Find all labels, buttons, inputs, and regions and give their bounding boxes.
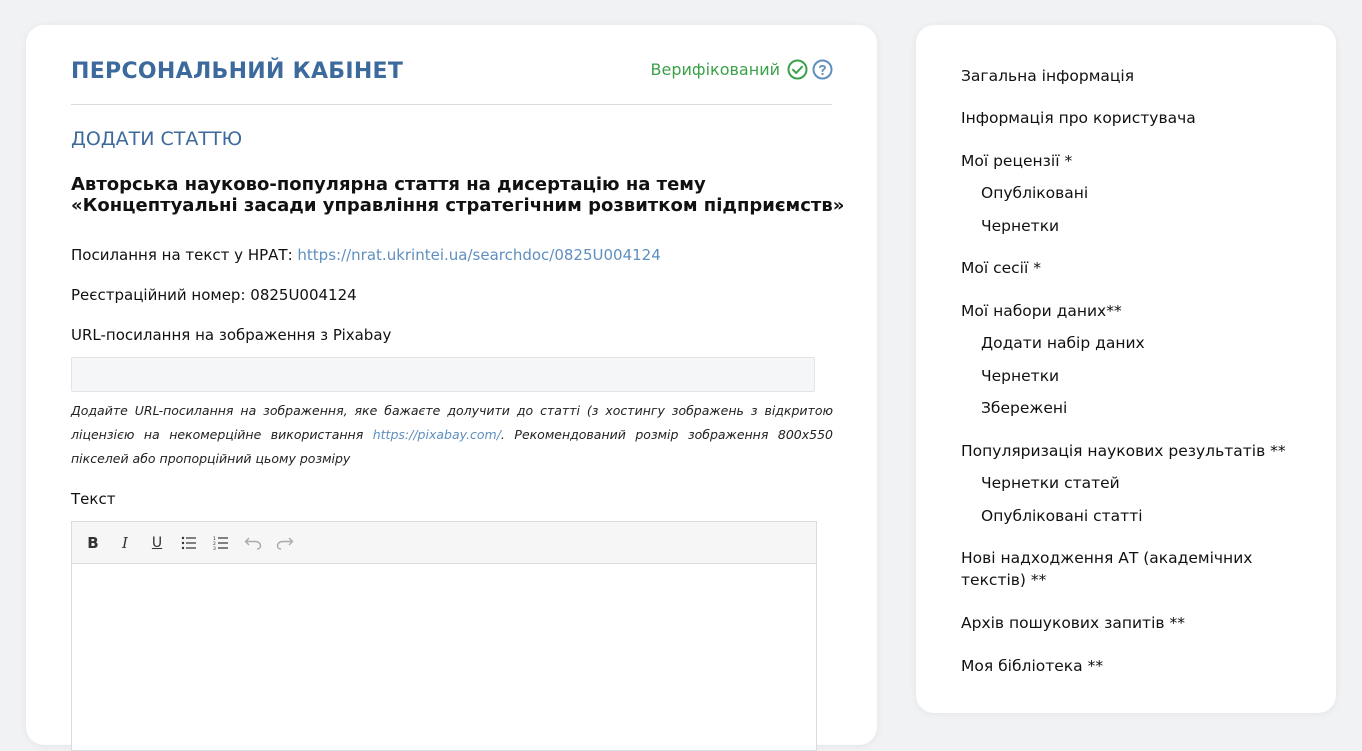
sidebar-item-published-articles[interactable]: Опубліковані статті — [981, 505, 1143, 527]
section-title: ДОДАТИ СТАТТЮ — [71, 128, 243, 150]
sidebar-item-my-reviews[interactable]: Мої рецензії * — [961, 150, 1072, 172]
numbered-list-icon[interactable]: 1 2 3 — [210, 532, 232, 554]
svg-text:3: 3 — [213, 546, 216, 550]
rich-text-editor: B I U 1 2 3 — [71, 521, 817, 751]
header-divider — [71, 104, 832, 105]
pixabay-link[interactable]: https://pixabay.com/ — [373, 427, 501, 442]
verified-status: Верифікований — [650, 59, 833, 80]
editor-toolbar: B I U 1 2 3 — [72, 522, 816, 564]
sidebar-item-popularization[interactable]: Популяризація наукових результатів ** — [961, 440, 1286, 462]
page-title: ПЕРСОНАЛЬНИЙ КАБІНЕТ — [71, 59, 404, 84]
underline-button[interactable]: U — [146, 532, 168, 554]
help-icon[interactable] — [812, 59, 833, 80]
sidebar-item-my-sessions[interactable]: Мої сесії * — [961, 257, 1041, 279]
sidebar-card: Загальна інформація Інформація про корис… — [916, 25, 1336, 713]
image-url-hint: Додайте URL-посилання на зображення, яке… — [71, 399, 833, 471]
redo-icon[interactable] — [274, 532, 296, 554]
nrat-label: Посилання на текст у НРАТ: — [71, 246, 298, 264]
bold-button[interactable]: B — [82, 532, 104, 554]
nrat-row: Посилання на текст у НРАТ: https://nrat.… — [71, 246, 661, 264]
sidebar-item-search-archive[interactable]: Архів пошукових запитів ** — [961, 612, 1185, 634]
check-circle-icon — [787, 59, 808, 80]
sidebar-item-reviews-drafts[interactable]: Чернетки — [981, 215, 1059, 237]
verified-label: Верифікований — [650, 59, 780, 79]
sidebar-item-datasets-saved[interactable]: Збережені — [981, 397, 1067, 419]
image-url-input[interactable] — [71, 357, 815, 392]
sidebar-item-article-drafts[interactable]: Чернетки статей — [981, 472, 1120, 494]
sidebar-item-my-datasets[interactable]: Мої набори даних** — [961, 300, 1122, 322]
registration-number: Реєстраційний номер: 0825U004124 — [71, 286, 357, 304]
image-url-label: URL-посилання на зображення з Pixabay — [71, 326, 392, 344]
sidebar-item-add-dataset[interactable]: Додати набір даних — [981, 332, 1145, 354]
sidebar-item-my-library[interactable]: Моя бібліотека ** — [961, 655, 1103, 677]
italic-button[interactable]: I — [114, 532, 136, 554]
sidebar-item-reviews-published[interactable]: Опубліковані — [981, 182, 1088, 204]
article-title: Авторська науково-популярна стаття на ди… — [71, 174, 845, 216]
sidebar-item-new-academic-texts[interactable]: Нові надходження АТ (академічних текстів… — [961, 547, 1291, 591]
editor-content-area[interactable] — [72, 564, 816, 750]
nrat-link[interactable]: https://nrat.ukrintei.ua/searchdoc/0825U… — [297, 246, 660, 264]
sidebar-item-datasets-drafts[interactable]: Чернетки — [981, 365, 1059, 387]
undo-icon[interactable] — [242, 532, 264, 554]
main-card: ПЕРСОНАЛЬНИЙ КАБІНЕТ Верифікований ДОДАТ… — [26, 25, 877, 751]
sidebar-item-general-info[interactable]: Загальна інформація — [961, 65, 1134, 87]
bullet-list-icon[interactable] — [178, 532, 200, 554]
sidebar-item-user-info[interactable]: Інформація про користувача — [961, 107, 1196, 129]
text-label: Текст — [71, 490, 116, 508]
